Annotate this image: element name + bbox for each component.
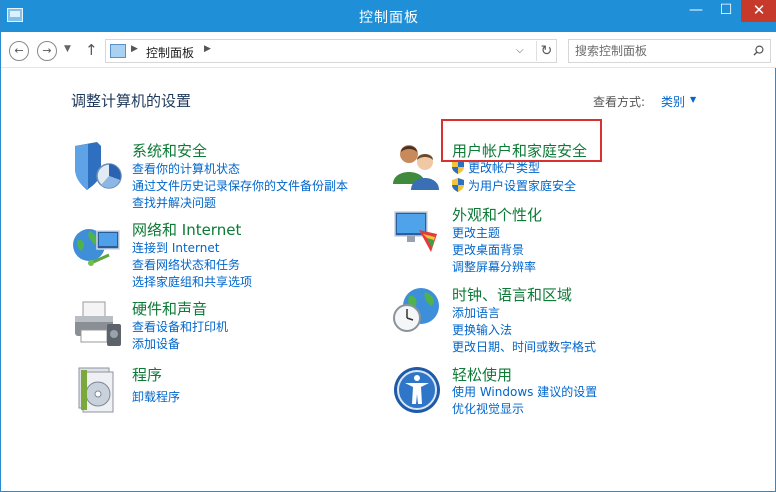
link-optimize-visual-display[interactable]: 优化视觉显示 <box>452 400 524 417</box>
page-title: 调整计算机的设置 <box>71 92 192 110</box>
recent-locations-dropdown-icon[interactable]: ▼ <box>64 44 71 54</box>
link-windows-recommended-settings[interactable]: 使用 Windows 建议的设置 <box>452 383 597 400</box>
link-connect-internet[interactable]: 连接到 Internet <box>132 239 219 256</box>
link-change-theme[interactable]: 更改主题 <box>452 224 500 241</box>
link-change-desktop-background[interactable]: 更改桌面背景 <box>452 241 524 258</box>
programs-icon[interactable] <box>71 364 123 416</box>
refresh-button[interactable]: ↻ <box>536 41 556 61</box>
category-title-network-internet[interactable]: 网络和 Internet <box>132 219 241 240</box>
search-icon[interactable] <box>753 45 764 56</box>
category-title-clock-region[interactable]: 时钟、语言和区域 <box>452 284 572 305</box>
personalization-icon[interactable] <box>391 204 443 256</box>
view-by-label: 查看方式: <box>593 95 646 109</box>
view-by-dropdown[interactable]: 类别 <box>661 93 685 110</box>
navigation-bar: ← → ▼ ↑ ▶ 控制面板 ▶ ⌵ ↻ <box>1 32 776 68</box>
window-title: 控制面板 <box>359 10 419 26</box>
highlight-box <box>441 119 602 162</box>
category-title-appearance[interactable]: 外观和个性化 <box>452 204 542 225</box>
forward-button[interactable]: → <box>37 41 57 61</box>
category-title-programs[interactable]: 程序 <box>132 364 162 385</box>
users-icon[interactable] <box>391 140 443 192</box>
link-add-device[interactable]: 添加设备 <box>132 335 180 352</box>
control-panel-icon <box>110 44 126 58</box>
link-add-language[interactable]: 添加语言 <box>452 304 500 321</box>
close-button[interactable]: ✕ <box>741 0 776 22</box>
link-uninstall-program[interactable]: 卸载程序 <box>132 388 180 405</box>
network-globe-icon[interactable] <box>71 219 123 271</box>
ease-of-access-icon[interactable] <box>391 364 443 416</box>
breadcrumb-control-panel[interactable]: 控制面板 <box>146 44 194 61</box>
address-bar[interactable]: ▶ 控制面板 ▶ ⌵ ↻ <box>105 39 557 63</box>
link-network-status[interactable]: 查看网络状态和任务 <box>132 256 240 273</box>
back-button[interactable]: ← <box>9 41 29 61</box>
link-date-time-format[interactable]: 更改日期、时间或数字格式 <box>452 338 596 355</box>
link-devices-printers[interactable]: 查看设备和打印机 <box>132 318 228 335</box>
title-bar: 控制面板 — ☐ ✕ <box>1 0 776 32</box>
minimize-button[interactable]: — <box>681 0 711 22</box>
chevron-right-icon[interactable]: ▶ <box>131 44 138 54</box>
uac-shield-icon <box>452 160 464 174</box>
up-button[interactable]: ↑ <box>85 41 98 59</box>
link-change-input-method[interactable]: 更换输入法 <box>452 321 512 338</box>
uac-shield-icon <box>452 178 464 192</box>
clock-globe-icon[interactable] <box>391 284 443 336</box>
link-view-computer-status[interactable]: 查看你的计算机状态 <box>132 160 240 177</box>
search-box[interactable] <box>568 39 771 63</box>
link-screen-resolution[interactable]: 调整屏幕分辨率 <box>452 258 536 275</box>
chevron-right-icon[interactable]: ▶ <box>204 44 211 54</box>
link-family-safety[interactable]: 为用户设置家庭安全 <box>468 177 576 194</box>
chevron-down-icon[interactable]: ▼ <box>690 95 696 104</box>
shield-icon[interactable] <box>71 140 123 192</box>
control-panel-window: 控制面板 — ☐ ✕ ← → ▼ ↑ ▶ 控制面板 ▶ ⌵ ↻ 调整计算机的设置… <box>0 0 776 492</box>
category-title-hardware-sound[interactable]: 硬件和声音 <box>132 298 207 319</box>
maximize-button[interactable]: ☐ <box>711 0 741 22</box>
category-title-ease-of-access[interactable]: 轻松使用 <box>452 364 512 385</box>
link-homegroup-sharing[interactable]: 选择家庭组和共享选项 <box>132 273 252 290</box>
link-troubleshoot[interactable]: 查找并解决问题 <box>132 194 216 211</box>
search-input[interactable] <box>575 43 745 59</box>
chevron-down-icon[interactable]: ⌵ <box>516 45 524 56</box>
category-title-system-security[interactable]: 系统和安全 <box>132 140 207 161</box>
link-file-history-backup[interactable]: 通过文件历史记录保存你的文件备份副本 <box>132 177 348 194</box>
printer-icon[interactable] <box>71 298 123 350</box>
